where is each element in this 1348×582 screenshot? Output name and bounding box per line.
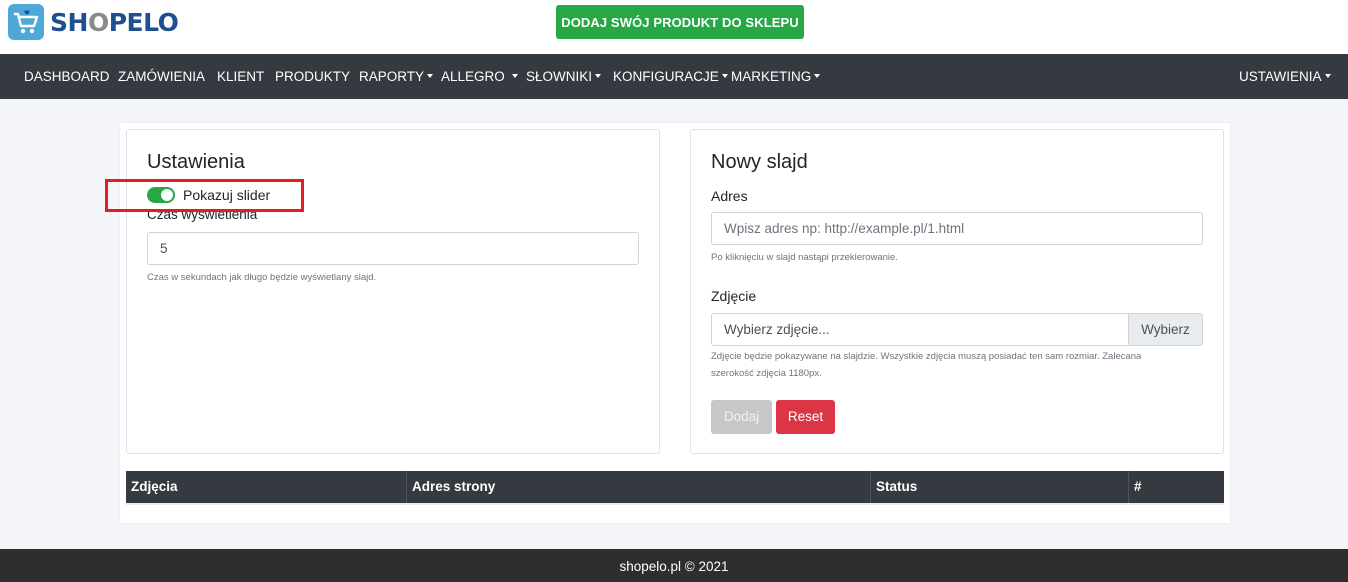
nav-item-settings[interactable]: USTAWIENIA [1239,54,1331,99]
page-footer: shopelo.pl © 2021 [0,549,1348,582]
caret-down-icon [595,74,602,79]
duration-help: Czas w sekundach jak długo będzie wyświe… [147,272,377,283]
new-slide-title: Nowy slajd [711,151,808,173]
column-header-status: Status [870,471,1128,503]
caret-down-icon [427,74,434,79]
nav-item-orders[interactable]: ZAMÓWIENIA [118,54,205,99]
shopelo-logo[interactable]: SHOPELO [8,4,179,40]
address-input[interactable]: Wpisz adres np: http://example.pl/1.html [711,212,1203,245]
top-header: SHOPELO DODAJ SWÓJ PRODUKT DO SKLEPU [0,0,1348,54]
caret-down-icon [721,74,728,79]
cart-logo-icon [8,4,44,40]
image-browse-button[interactable]: Wybierz [1128,313,1203,346]
new-slide-card: Nowy slajd Adres Wpisz adres np: http://… [690,129,1224,454]
caret-down-icon [814,74,821,79]
nav-item-configurations[interactable]: KONFIGURACJE [613,54,728,99]
add-slide-button[interactable]: Dodaj [711,400,772,434]
image-file-input[interactable]: Wybierz zdjęcie... [711,313,1129,346]
settings-title: Ustawienia [147,151,245,173]
nav-item-allegro[interactable]: ALLEGRO [441,54,518,99]
image-label: Zdjęcie [711,288,757,304]
caret-down-icon [1324,74,1331,79]
column-header-images: Zdjęcia [131,479,178,494]
nav-item-client[interactable]: KLIENT [217,54,264,99]
column-header-page-address: Adres strony [406,471,870,503]
brand-name: SHOPELO [50,7,179,37]
duration-input[interactable]: 5 [147,232,639,265]
nav-item-reports[interactable]: RAPORTY [359,54,434,99]
address-help: Po kliknięciu w slajd nastąpi przekierow… [711,252,898,263]
image-help: Zdjęcie będzie pokazywane na slajdzie. W… [711,351,1142,379]
caret-down-icon [511,74,518,79]
add-product-button[interactable]: DODAJ SWÓJ PRODUKT DO SKLEPU [556,5,804,39]
reset-button[interactable]: Reset [776,400,835,434]
nav-item-marketing[interactable]: MARKETING [731,54,821,99]
table-body-divider [126,503,1224,505]
column-header-actions: # [1128,471,1224,503]
nav-item-dashboard[interactable]: DASHBOARD [24,54,110,99]
highlight-box [105,179,304,212]
nav-item-products[interactable]: PRODUKTY [275,54,350,99]
main-navbar: DASHBOARD ZAMÓWIENIA KLIENT PRODUKTY RAP… [0,54,1348,99]
settings-card: Ustawienia Pokazuj slider Czas wyświetle… [126,129,660,454]
slides-table-header: Zdjęcia Adres strony Status # [126,471,1224,503]
address-label: Adres [711,188,748,204]
nav-item-dictionaries[interactable]: SŁOWNIKI [526,54,602,99]
